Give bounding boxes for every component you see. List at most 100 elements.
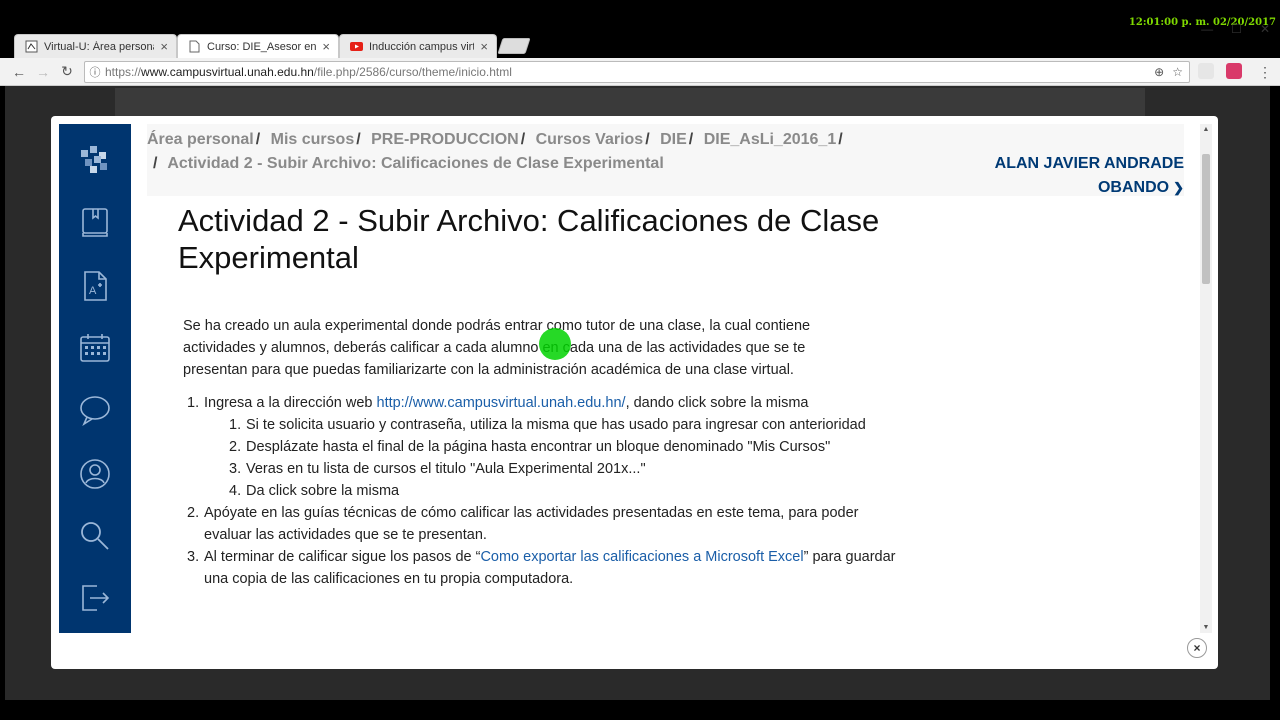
breadcrumb-separator: / xyxy=(688,131,694,148)
profile-icon[interactable] xyxy=(79,458,111,490)
browser-toolbar: ← → ↻ ⓘ https://www.campusvirtual.unah.e… xyxy=(0,58,1280,86)
substeps-list: 1. Si te solicita usuario y contraseña, u… xyxy=(204,414,903,502)
step-text: Al terminar de calificar sigue los pasos… xyxy=(204,549,481,565)
scroll-up-icon[interactable]: ▲ xyxy=(1200,126,1212,133)
substep-text: Desplázate hasta el final de la página h… xyxy=(246,439,831,455)
youtube-icon xyxy=(350,42,363,51)
breadcrumb-item[interactable]: PRE-PRODUCCION xyxy=(371,131,519,148)
breadcrumb-item[interactable]: DIE xyxy=(660,131,687,148)
modal-header: Área personal / Mis cursos / PRE-PRODUCCIO… xyxy=(147,124,1184,196)
zoom-icon[interactable]: ⊕ xyxy=(1154,65,1164,79)
step-text: , dando click sobre la misma xyxy=(625,395,809,411)
maximize-icon[interactable]: ☐ xyxy=(1231,22,1242,36)
breadcrumb-item[interactable]: DIE_AsLi_2016_1 xyxy=(704,131,837,148)
bookmark-star-icon[interactable]: ☆ xyxy=(1172,65,1183,79)
page-favicon-icon xyxy=(25,40,38,53)
list-item: 1. Si te solicita usuario y contraseña, u… xyxy=(225,414,903,436)
logo-icon[interactable] xyxy=(79,144,111,176)
list-item: 3. Veras en tu lista de cursos el titulo … xyxy=(225,458,903,480)
list-number: 2. xyxy=(229,439,242,455)
breadcrumb-separator: / xyxy=(356,131,361,148)
book-icon[interactable] xyxy=(79,206,111,238)
breadcrumb-separator: / xyxy=(153,155,158,172)
sidebar: A xyxy=(59,124,131,633)
url-host: www.campusvirtual.unah.edu.hn xyxy=(141,65,314,79)
breadcrumb-item[interactable]: Mis cursos xyxy=(271,131,355,148)
list-item: 1. Ingresa a la dirección web http://www… xyxy=(183,392,903,502)
tab-label: Curso: DIE_Asesor en Lin xyxy=(207,40,317,53)
modal-scrollbar[interactable]: ▲ ▼ xyxy=(1200,124,1212,633)
list-number: 1. xyxy=(187,395,200,411)
tab-curso[interactable]: Curso: DIE_Asesor en Lin × xyxy=(177,34,339,58)
step-text: Ingresa a la dirección web xyxy=(204,395,377,411)
reload-icon[interactable]: ↻ xyxy=(56,61,78,83)
url-path: /file.php/2586/curso/theme/inicio.html xyxy=(313,65,512,79)
user-menu[interactable]: ALAN JAVIER ANDRADE OBANDO ❯ xyxy=(995,152,1184,200)
window-controls: — ☐ ✕ xyxy=(1201,22,1270,36)
list-number: 3. xyxy=(229,461,242,477)
intro-paragraph: Se ha creado un aula experimental donde … xyxy=(183,318,811,378)
search-icon[interactable] xyxy=(79,520,111,552)
svg-text:A: A xyxy=(89,285,97,297)
breadcrumb-item[interactable]: Cursos Varios xyxy=(536,131,644,148)
new-tab-button[interactable] xyxy=(497,38,531,54)
logout-icon[interactable] xyxy=(79,582,111,614)
tab-induccion[interactable]: Inducción campus virtual × xyxy=(339,34,497,58)
step-text: Apóyate en las guías técnicas de cómo ca… xyxy=(204,505,859,543)
export-excel-link[interactable]: Como exportar las calificaciones a Micro… xyxy=(480,549,803,565)
breadcrumb-item[interactable]: Área personal xyxy=(147,131,254,148)
tab-area-personal[interactable]: Virtual-U: Área personal × xyxy=(14,34,177,58)
tab-strip: Virtual-U: Área personal × Curso: DIE_As… xyxy=(0,16,1280,58)
screen: Virtual-U: Área personal × Curso: DIE_As… xyxy=(0,0,1280,720)
menu-icon[interactable]: ⋮ xyxy=(1254,61,1276,83)
tab-close-icon[interactable]: × xyxy=(322,39,330,54)
breadcrumb-separator: / xyxy=(838,131,843,148)
backdrop-header xyxy=(115,88,1145,118)
main-content: Actividad 2 - Subir Archivo: Calificacio… xyxy=(147,196,1184,633)
scrollbar-thumb[interactable] xyxy=(1202,154,1210,284)
tab-close-icon[interactable]: × xyxy=(480,39,488,54)
steps-list: 1. Ingresa a la dirección web http://www… xyxy=(183,392,903,590)
tab-close-icon[interactable]: × xyxy=(160,39,168,54)
page-title: Actividad 2 - Subir Archivo: Calificacio… xyxy=(178,203,880,275)
modal-close-button[interactable]: × xyxy=(1187,638,1207,658)
extension-icon[interactable] xyxy=(1198,63,1214,79)
site-info-icon[interactable]: ⓘ xyxy=(85,64,105,80)
list-item: 2. Desplázate hasta el final de la página… xyxy=(225,436,845,458)
scroll-down-icon[interactable]: ▼ xyxy=(1200,624,1212,631)
forward-icon[interactable]: → xyxy=(32,61,54,83)
breadcrumb-separator: / xyxy=(645,131,650,148)
list-number: 4. xyxy=(229,483,242,499)
back-icon[interactable]: ← xyxy=(8,61,30,83)
breadcrumb-separator: / xyxy=(520,131,526,148)
cursor-highlight xyxy=(539,328,571,360)
list-number: 1. xyxy=(229,417,242,433)
breadcrumb: Área personal / Mis cursos / PRE-PRODUCCIO… xyxy=(147,128,907,176)
bottom-bar xyxy=(0,700,1280,720)
list-number: 2. xyxy=(187,505,200,521)
user-name-line1: ALAN JAVIER ANDRADE xyxy=(994,155,1184,172)
breadcrumb-separator: / xyxy=(255,131,261,148)
chat-icon[interactable] xyxy=(79,394,111,426)
document-icon[interactable]: A xyxy=(79,270,111,302)
user-name-line2: OBANDO xyxy=(1097,179,1170,196)
list-item: 2. Apóyate en las guías técnicas de cómo… xyxy=(183,502,903,546)
substep-text: Da click sobre la misma xyxy=(246,483,400,499)
list-item: 3. Al terminar de calificar sigue los pa… xyxy=(183,546,903,590)
page-favicon-icon xyxy=(189,40,200,53)
extension-icon[interactable] xyxy=(1226,63,1242,79)
window-close-icon[interactable]: ✕ xyxy=(1260,22,1270,36)
tab-label: Virtual-U: Área personal xyxy=(44,40,155,53)
substep-text: Veras en tu lista de cursos el titulo "A… xyxy=(246,461,646,477)
minimize-icon[interactable]: — xyxy=(1201,22,1213,36)
breadcrumb-current: Actividad 2 - Subir Archivo: Calificacio… xyxy=(167,155,664,172)
address-bar[interactable]: ⓘ https://www.campusvirtual.unah.edu.hn /… xyxy=(84,61,1190,83)
list-number: 3. xyxy=(187,549,200,565)
tab-label: Inducción campus virtual xyxy=(369,40,475,53)
substep-text: Si te solicita usuario y contraseña, uti… xyxy=(246,417,866,433)
list-item: 4. Da click sobre la misma xyxy=(225,480,903,502)
content-modal: A Área personal / Mis cursos / PRE-PRODU… xyxy=(51,116,1218,669)
campus-link[interactable]: http://www.campusvirtual.unah.edu.hn/ xyxy=(377,395,626,411)
url-scheme: https:// xyxy=(105,65,142,79)
calendar-icon[interactable] xyxy=(79,332,111,364)
